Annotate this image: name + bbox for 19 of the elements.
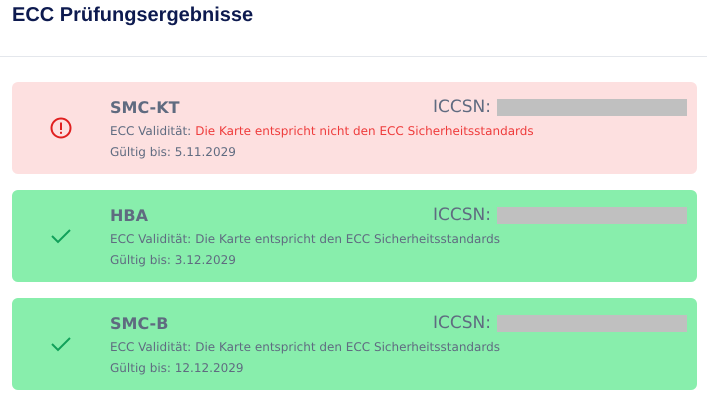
card-name: SMC-KT	[110, 98, 180, 116]
page-title: ECC Prüfungsergebnisse	[12, 4, 254, 27]
iccsn-label: ICCSN:	[433, 205, 491, 225]
check-icon	[50, 228, 72, 244]
validity-message: Die Karte entspricht nicht den ECC Sicherheitsstandards	[195, 124, 534, 138]
iccsn-label: ICCSN:	[433, 97, 491, 117]
card-name: HBA	[110, 206, 148, 224]
expiry-date: Gültig bis: 3.12.2029	[110, 253, 237, 267]
validity-message: Die Karte entspricht den ECC Sicherheitsstandards	[195, 340, 500, 354]
card-name: SMC-B	[110, 314, 168, 332]
warning-icon	[50, 117, 72, 139]
check-icon	[50, 336, 72, 352]
validity-label: ECC Validität:	[110, 124, 192, 138]
validity-label: ECC Validität:	[110, 340, 192, 354]
validity-label: ECC Validität:	[110, 232, 192, 246]
validity-message: Die Karte entspricht den ECC Sicherheitsstandards	[195, 232, 500, 246]
expiry-date: Gültig bis: 5.11.2029	[110, 145, 237, 159]
expiry-date: Gültig bis: 12.12.2029	[110, 361, 244, 375]
iccsn-label: ICCSN:	[433, 313, 491, 333]
